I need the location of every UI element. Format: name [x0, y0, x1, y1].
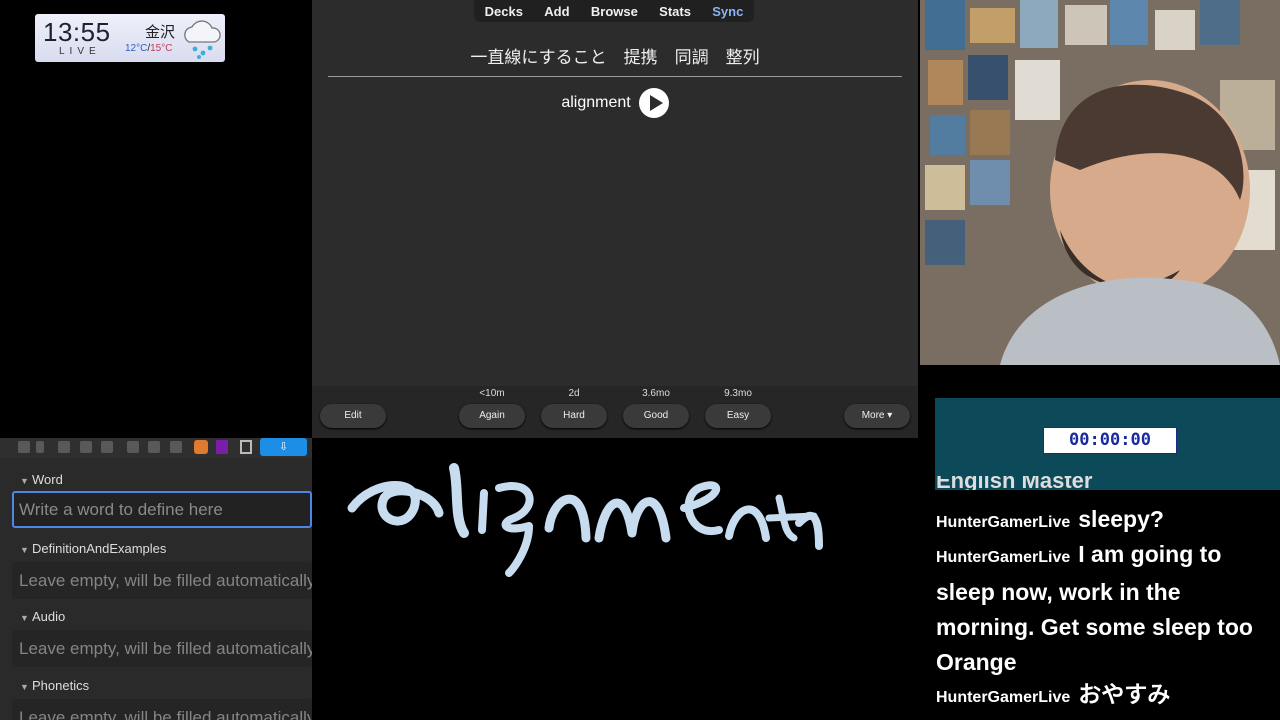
chat-clipped-line: English Master [936, 476, 1093, 490]
bullet-list-icon[interactable] [58, 441, 70, 453]
handwriting-canvas[interactable] [314, 438, 918, 720]
webcam-image [920, 0, 1280, 365]
card-divider [328, 76, 902, 77]
align-icon[interactable] [101, 441, 113, 453]
answer-bar: <10m 2d 3.6mo 9.3mo Edit Again Hard Good… [312, 386, 918, 438]
hard-button[interactable]: Hard [541, 404, 607, 428]
chat-message: HunterGamerLive sleepy? [936, 502, 1276, 540]
clock-time: 13:55 [43, 17, 111, 47]
microphone-icon[interactable] [148, 441, 160, 453]
note-editor: ⇩ ▼ Word Write a word to define here ▼ Def… [0, 438, 312, 720]
anki-top-nav: Decks Add Browse Stats Sync [474, 0, 754, 22]
chat-username: HunterGamerLive [936, 549, 1071, 566]
card-back-word: alignment [561, 94, 631, 111]
chevron-down-icon[interactable] [36, 441, 44, 453]
card-back: alignment [312, 88, 918, 118]
attach-icon[interactable] [127, 441, 139, 453]
chat-text: おやすみ [1078, 681, 1171, 707]
weather-temps: 12°C/15°C [125, 43, 172, 54]
eraser-icon[interactable] [18, 441, 30, 453]
weather-city: 金沢 [145, 24, 176, 41]
live-label: LIVE [59, 46, 101, 57]
rain-cloud-icon [184, 20, 221, 59]
hard-due: 2d [568, 388, 580, 399]
book-icon[interactable] [240, 440, 252, 454]
field-label-word[interactable]: ▼ Word [20, 472, 63, 487]
stream-timer: 00:00:00 [1043, 427, 1177, 454]
chat-text: sleepy? [1078, 506, 1164, 532]
webcam-feed [920, 0, 1280, 365]
weather-widget: 13:55 LIVE 金沢 12°C/15°C [35, 14, 225, 62]
nav-sync[interactable]: Sync [712, 4, 743, 19]
easy-button[interactable]: Easy [705, 404, 771, 428]
chevron-down-icon: ▼ [20, 545, 29, 555]
word-input[interactable]: Write a word to define here [12, 491, 312, 528]
nav-browse[interactable]: Browse [591, 4, 638, 19]
phonetics-input[interactable]: Leave empty, will be filled automaticall… [12, 699, 312, 720]
edit-button[interactable]: Edit [320, 404, 386, 428]
audio-input[interactable]: Leave empty, will be filled automaticall… [12, 630, 312, 667]
easy-due: 9.3mo [724, 388, 752, 399]
chat-message: HunterGamerLive I am going to sleep now, … [936, 537, 1276, 680]
good-due: 3.6mo [642, 388, 670, 399]
nav-stats[interactable]: Stats [659, 4, 691, 19]
purple-addon-icon[interactable] [216, 440, 228, 454]
numbered-list-icon[interactable] [80, 441, 92, 453]
editor-toolbar: ⇩ [0, 438, 312, 458]
chat-username: HunterGamerLive [936, 689, 1071, 706]
field-label-phonetics[interactable]: ▼ Phonetics [20, 678, 89, 693]
anki-review-panel: Decks Add Browse Stats Sync 一直線にすること 提携 … [312, 0, 918, 438]
chat-username: HunterGamerLive [936, 514, 1071, 531]
temp-high: 15°C [150, 43, 173, 54]
save-icon[interactable]: ⇩ [260, 438, 307, 456]
chat-overlay: English Master HunterGamerLive sleepy? Hu… [935, 476, 1280, 720]
calligraphy-drawing [347, 463, 823, 577]
chat-message: HunterGamerLive おやすみ [936, 677, 1276, 715]
nav-decks[interactable]: Decks [485, 4, 523, 19]
definition-input[interactable]: Leave empty, will be filled automaticall… [12, 562, 312, 599]
card-front-text: 一直線にすること 提携 同調 整列 [470, 48, 760, 67]
more-button[interactable]: More ▾ [844, 404, 910, 428]
chevron-down-icon: ▼ [20, 682, 29, 692]
good-button[interactable]: Good [623, 404, 689, 428]
nav-add[interactable]: Add [544, 4, 569, 19]
field-label-definition[interactable]: ▼ DefinitionAndExamples [20, 541, 166, 556]
chevron-down-icon: ▼ [20, 476, 29, 486]
again-button[interactable]: Again [459, 404, 525, 428]
formula-icon[interactable] [170, 441, 182, 453]
play-audio-icon[interactable] [638, 88, 669, 118]
field-label-audio[interactable]: ▼ Audio [20, 609, 65, 624]
pumpkin-icon[interactable] [194, 440, 208, 454]
temp-low: 12°C [125, 43, 148, 54]
chevron-down-icon: ▼ [20, 613, 29, 623]
again-due: <10m [479, 388, 505, 399]
